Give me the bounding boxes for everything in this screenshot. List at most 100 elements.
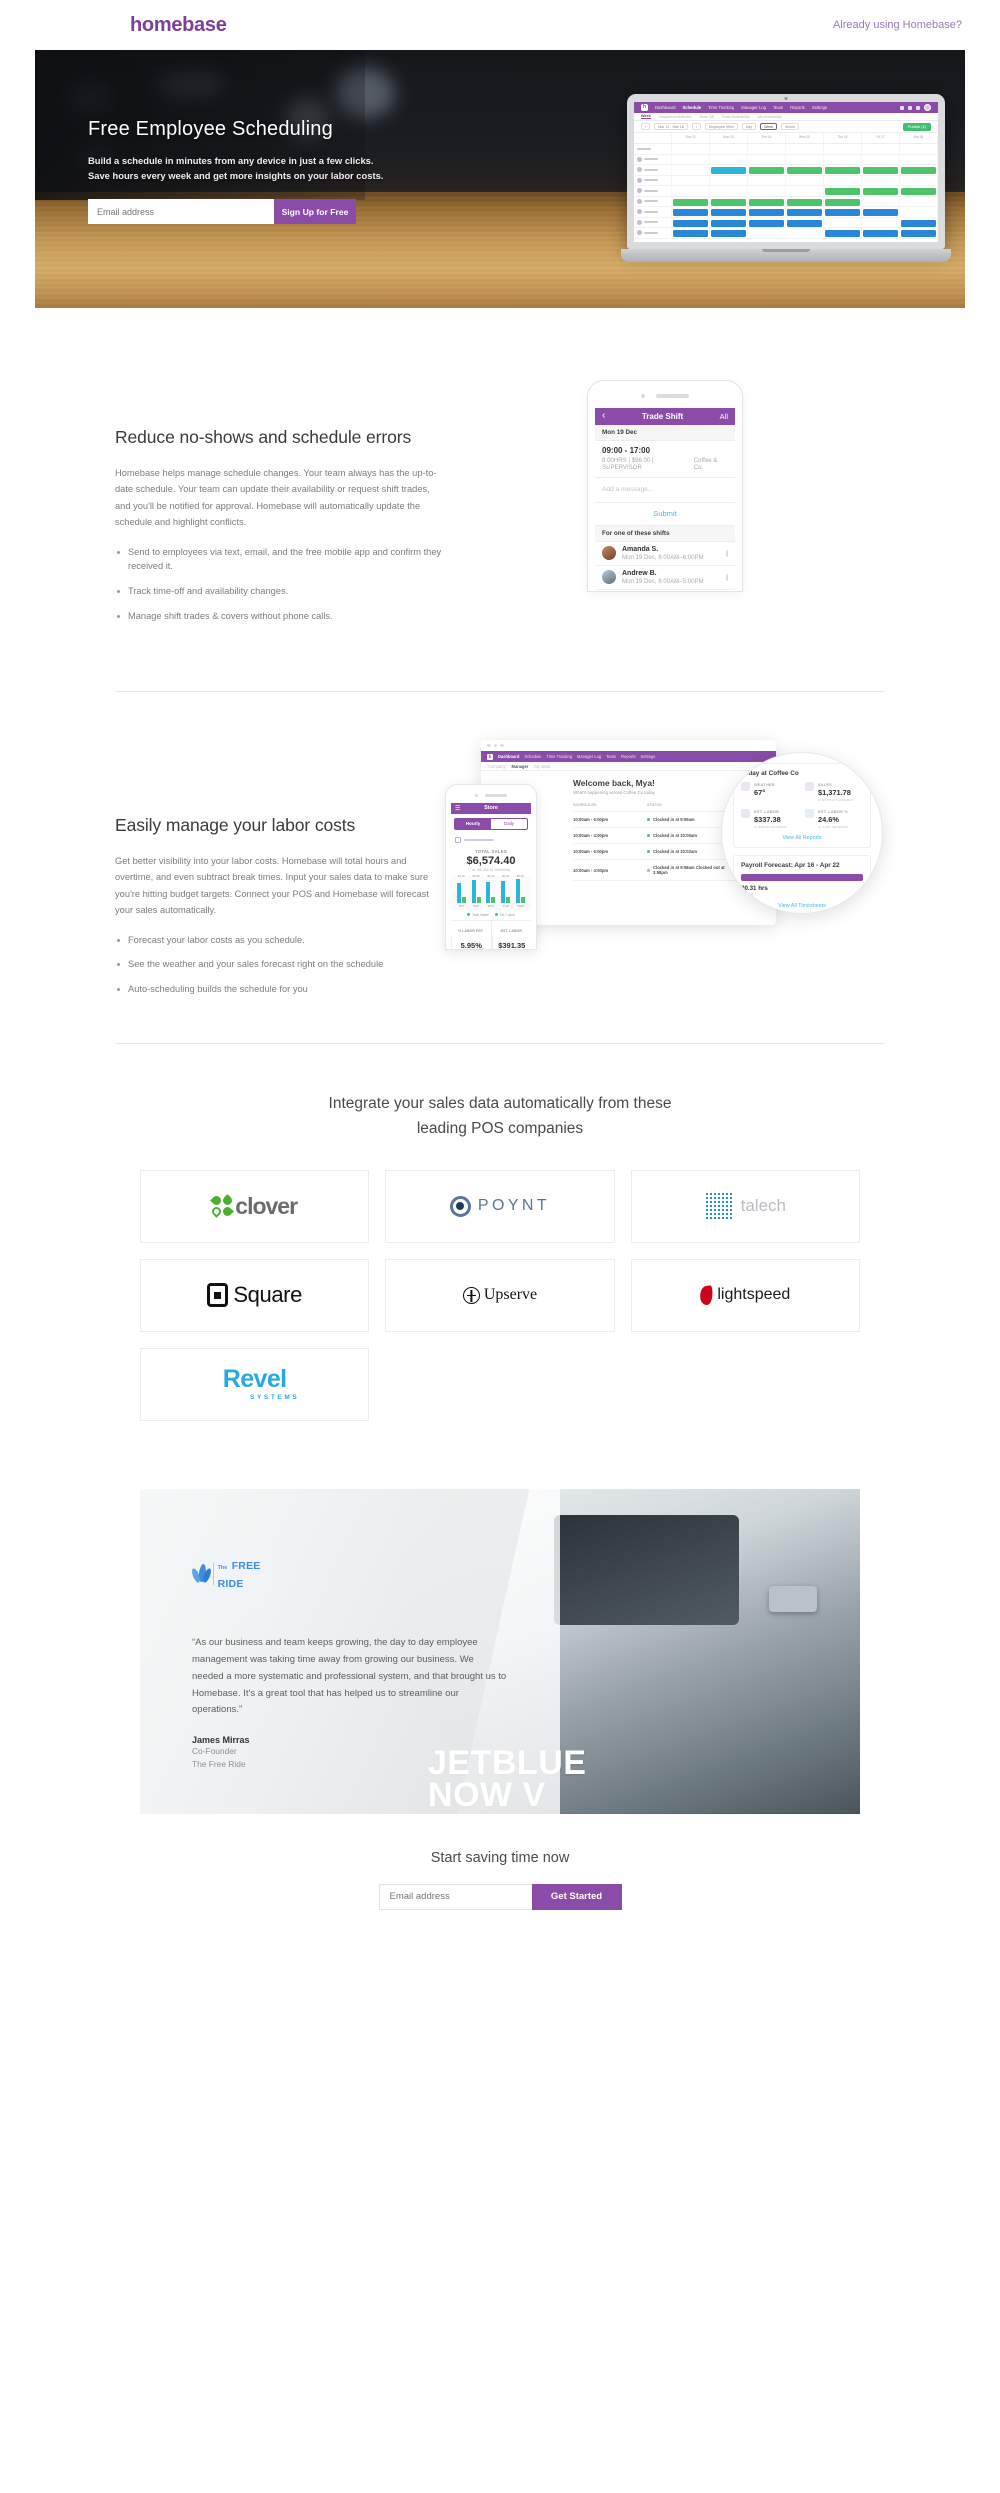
bell-icon[interactable] xyxy=(916,105,920,110)
shift-cell[interactable] xyxy=(900,154,938,165)
shift-cell[interactable] xyxy=(710,228,748,239)
shift-cell[interactable] xyxy=(748,228,786,239)
close-icon[interactable] xyxy=(487,743,491,748)
shift-cell[interactable] xyxy=(710,217,748,228)
view-select[interactable]: Employee View xyxy=(704,123,738,130)
nav-settings[interactable]: Settings xyxy=(641,754,656,759)
shift-cell[interactable] xyxy=(786,196,824,207)
shift-cell[interactable] xyxy=(748,175,786,186)
avatar[interactable] xyxy=(924,104,931,111)
shift-cell[interactable] xyxy=(710,207,748,218)
nav-schedule[interactable]: Schedule xyxy=(524,754,541,759)
shift-cell[interactable] xyxy=(862,228,900,239)
shift-cell[interactable] xyxy=(786,165,824,176)
scroll-handle[interactable] xyxy=(725,573,728,581)
shift-cell[interactable] xyxy=(710,186,748,197)
nav-schedule[interactable]: Schedule xyxy=(683,105,702,110)
chat-icon[interactable] xyxy=(908,105,912,110)
range-week[interactable]: Week xyxy=(760,123,778,130)
nav-dashboard[interactable]: Dashboard xyxy=(498,754,519,759)
shift-cell[interactable] xyxy=(862,207,900,218)
subnav-my-work[interactable]: My Work xyxy=(534,764,550,769)
list-item[interactable]: Cathy F. Mon 19 Dec, 9:00AM–5:00PM xyxy=(595,590,735,592)
nav-dashboard[interactable]: Dashboard xyxy=(655,105,676,110)
shift-cell[interactable] xyxy=(710,154,748,165)
maximize-icon[interactable] xyxy=(500,743,504,748)
shift-cell[interactable] xyxy=(710,175,748,186)
pos-card-clover[interactable]: clover xyxy=(140,1169,370,1243)
hero-signup-button[interactable]: Sign Up for Free xyxy=(274,199,356,225)
shift-cell[interactable] xyxy=(672,165,710,176)
shift-cell[interactable] xyxy=(786,228,824,239)
shift-cell[interactable] xyxy=(748,154,786,165)
pos-card-lightspeed[interactable]: lightspeed xyxy=(630,1258,860,1332)
shift-cell[interactable] xyxy=(900,196,938,207)
range-day[interactable]: Day xyxy=(741,123,757,130)
message-input[interactable]: Add a message... xyxy=(595,478,735,503)
pos-card-talech[interactable]: talech xyxy=(630,1169,860,1243)
shift-cell[interactable] xyxy=(786,144,824,155)
hourly-daily-toggle[interactable]: Hourly Daily xyxy=(454,817,528,830)
shift-cell[interactable] xyxy=(900,228,938,239)
shift-cell[interactable] xyxy=(900,217,938,228)
mail-icon[interactable] xyxy=(900,105,904,110)
shift-cell[interactable] xyxy=(786,175,824,186)
shift-cell[interactable] xyxy=(824,217,862,228)
pos-card-poynt[interactable]: POYNT xyxy=(385,1169,615,1243)
pos-card-upserve[interactable]: Upserve xyxy=(385,1258,615,1332)
nav-reports[interactable]: Reports xyxy=(621,754,635,759)
shift-cell[interactable] xyxy=(900,175,938,186)
nav-team[interactable]: Team xyxy=(773,105,783,110)
pos-card-revel[interactable]: Revel SYSTEMS xyxy=(140,1347,370,1421)
shift-cell[interactable] xyxy=(900,165,938,176)
shift-cell[interactable] xyxy=(748,186,786,197)
shift-cell[interactable] xyxy=(672,228,710,239)
shift-cell[interactable] xyxy=(824,175,862,186)
date-picker[interactable] xyxy=(451,834,531,846)
homebase-logo[interactable]: homebase xyxy=(130,14,227,37)
subnav-week[interactable]: Week xyxy=(641,114,651,119)
next-week-button[interactable]: › xyxy=(691,123,701,130)
shift-cell[interactable] xyxy=(672,186,710,197)
view-all-reports-link[interactable]: View All Reports xyxy=(741,829,863,841)
shift-cell[interactable] xyxy=(824,144,862,155)
shift-cell[interactable] xyxy=(862,217,900,228)
nav-manager-log[interactable]: Manager Log xyxy=(741,105,766,110)
nav-settings[interactable]: Settings xyxy=(812,105,827,110)
hero-email-input[interactable] xyxy=(88,199,274,225)
shift-cell[interactable] xyxy=(862,186,900,197)
shift-cell[interactable] xyxy=(900,144,938,155)
shift-cell[interactable] xyxy=(710,144,748,155)
all-filter-button[interactable]: All xyxy=(720,412,728,421)
scroll-handle[interactable] xyxy=(725,549,728,557)
shift-cell[interactable] xyxy=(862,196,900,207)
already-using-homebase-link[interactable]: Already using Homebase? xyxy=(833,19,962,31)
nav-time-tracking[interactable]: Time Tracking xyxy=(708,105,734,110)
shift-cell[interactable] xyxy=(748,217,786,228)
shift-cell[interactable] xyxy=(862,144,900,155)
shift-cell[interactable] xyxy=(824,154,862,165)
tab-daily[interactable]: Daily xyxy=(491,819,527,829)
list-item[interactable]: Amanda S. Mon 19 Dec, 8:00AM–6:00PM xyxy=(595,542,735,566)
pos-card-square[interactable]: Square xyxy=(140,1258,370,1332)
shift-cell[interactable] xyxy=(862,165,900,176)
shift-cell[interactable] xyxy=(786,217,824,228)
shift-cell[interactable] xyxy=(748,196,786,207)
publish-button[interactable]: Publish (2) xyxy=(902,122,931,131)
shift-cell[interactable] xyxy=(824,196,862,207)
shift-cell[interactable] xyxy=(786,207,824,218)
hamburger-icon[interactable]: ☰ xyxy=(455,805,460,812)
shift-cell[interactable] xyxy=(672,196,710,207)
nav-team[interactable]: Team xyxy=(606,754,616,759)
shift-cell[interactable] xyxy=(672,217,710,228)
shift-cell[interactable] xyxy=(862,154,900,165)
subnav-my-availability[interactable]: My Availability xyxy=(758,115,782,119)
tab-hourly[interactable]: Hourly xyxy=(455,818,491,829)
nav-time-tracking[interactable]: Time Tracking xyxy=(546,754,572,759)
cta-email-input[interactable] xyxy=(378,1883,532,1910)
shift-cell[interactable] xyxy=(672,175,710,186)
range-month[interactable]: Month xyxy=(781,123,800,130)
shift-cell[interactable] xyxy=(748,207,786,218)
shift-cell[interactable] xyxy=(672,154,710,165)
list-item[interactable]: Andrew B. Mon 19 Dec, 8:00AM–5:00PM xyxy=(595,566,735,590)
